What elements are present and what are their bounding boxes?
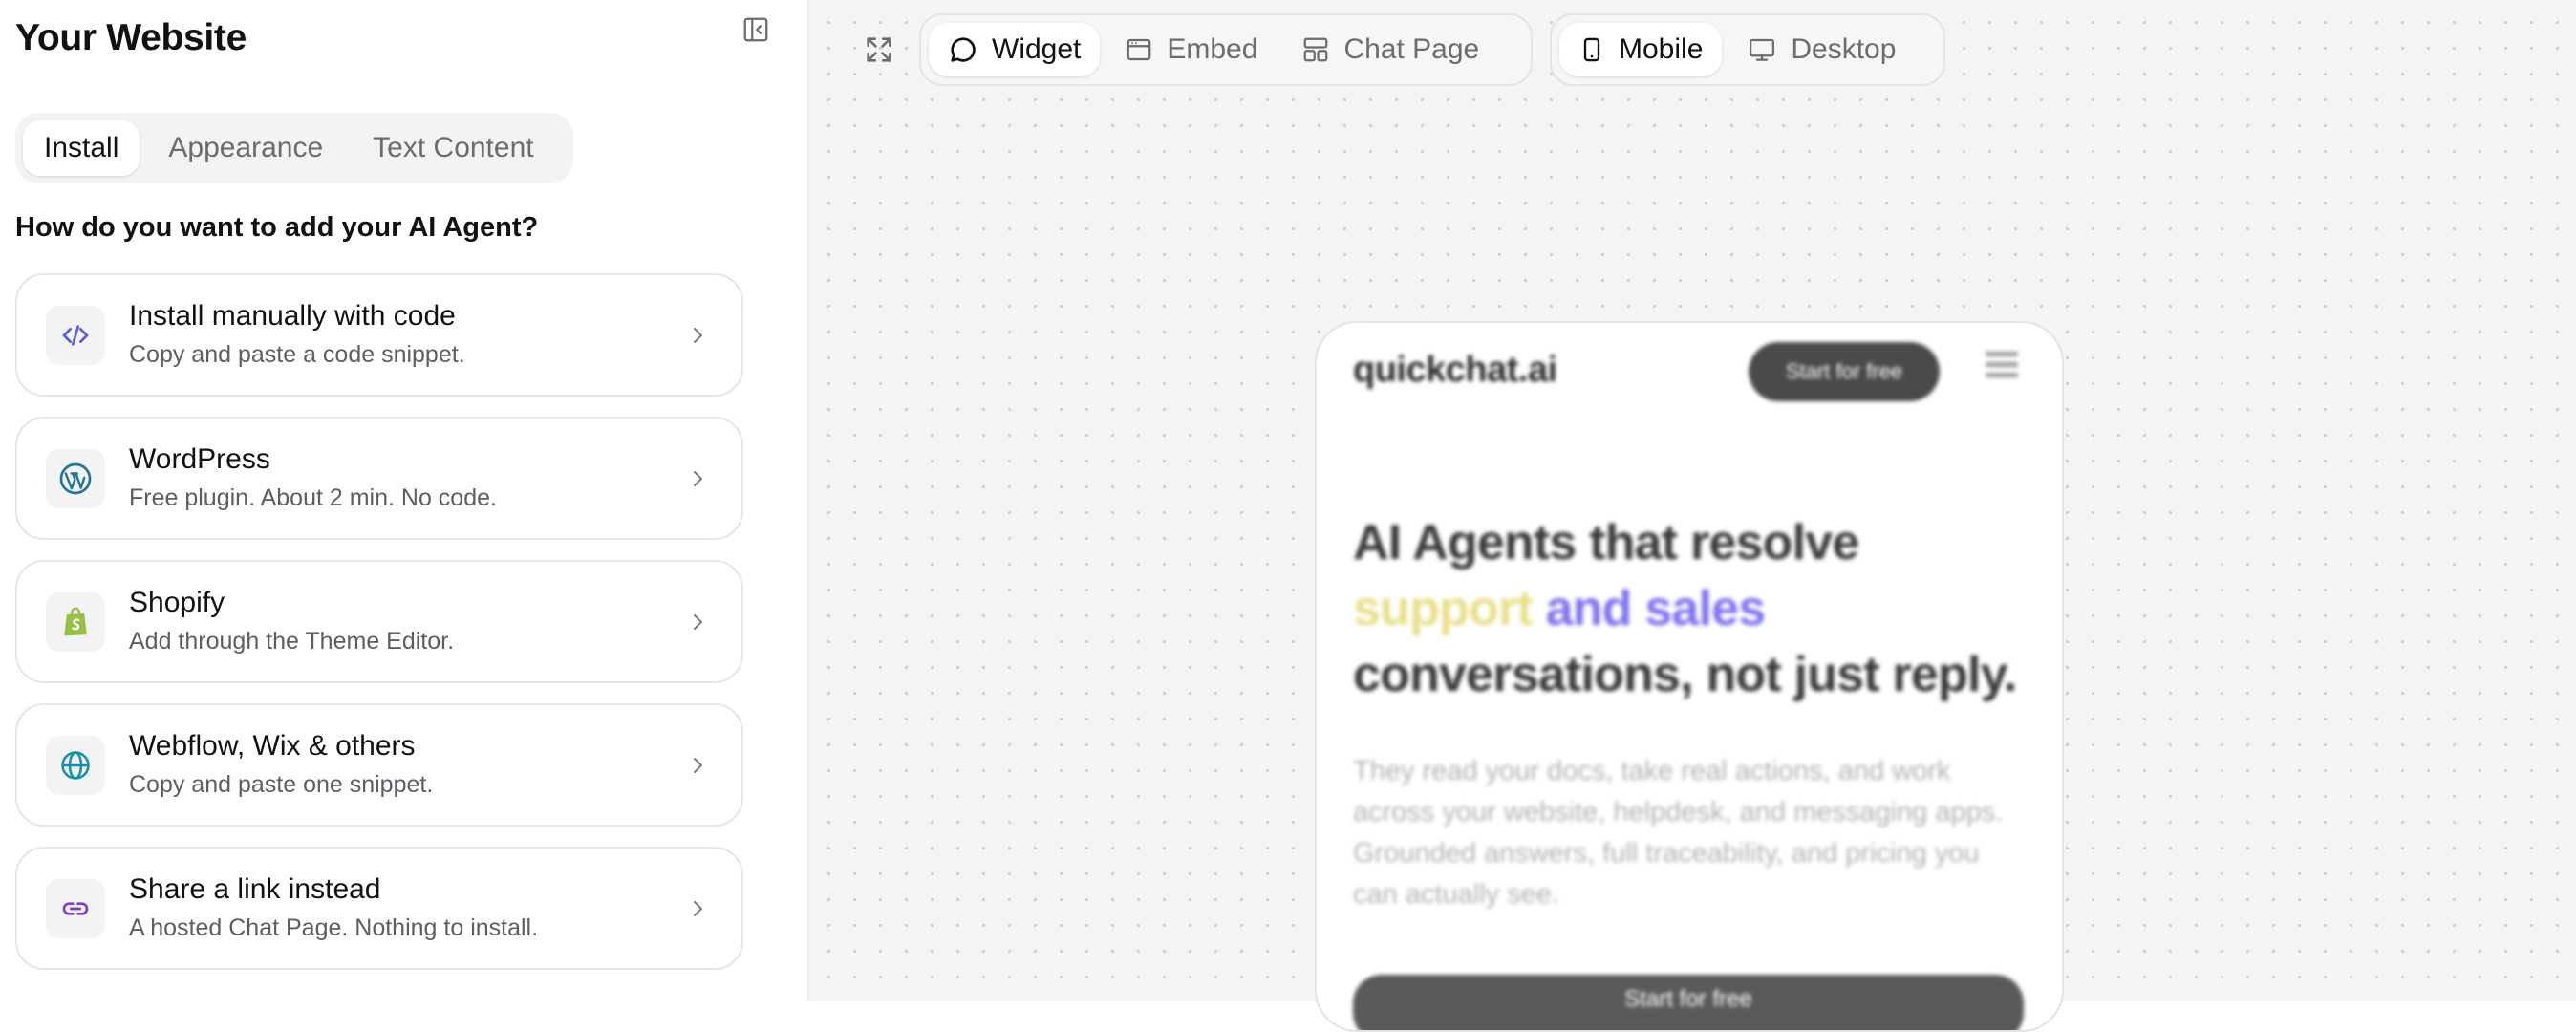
option-title: Install manually with code <box>129 300 456 332</box>
preview-brand-logo: quickchat.ai <box>1353 350 1557 390</box>
chevron-right-icon <box>682 607 713 637</box>
option-wordpress[interactable]: WordPress Free plugin. About 2 min. No c… <box>15 417 743 540</box>
option-title: Shopify <box>129 587 225 618</box>
preview-mode-switcher: Widget Embed Chat Page <box>919 13 1533 86</box>
smartphone-icon <box>1583 37 1600 62</box>
mode-embed-label: Embed <box>1167 33 1258 65</box>
device-desktop-button[interactable]: Desktop <box>1728 23 1915 76</box>
chevron-right-icon <box>682 893 713 924</box>
settings-tabs: Install Appearance Text Content <box>15 113 573 183</box>
install-question: How do you want to add your AI Agent? <box>15 212 539 243</box>
headline-line-1: AI Agents that resolve <box>1353 515 1859 570</box>
fullscreen-button[interactable] <box>860 31 898 69</box>
device-switcher: Mobile Desktop <box>1550 13 1945 86</box>
monitor-icon <box>1750 38 1775 61</box>
mode-chat-page-button[interactable]: Chat Page <box>1282 23 1498 76</box>
sidebar-collapse-icon <box>743 17 768 42</box>
option-description: Copy and paste one snippet. <box>129 771 434 798</box>
hamburger-menu-icon <box>1986 352 2018 380</box>
layout-icon <box>1304 37 1328 62</box>
code-icon <box>46 306 105 365</box>
tab-text-content[interactable]: Text Content <box>352 120 554 176</box>
chevron-right-icon <box>682 750 713 781</box>
mobile-preview-frame: quickchat.ai Start for free AI Agents th… <box>1315 321 2064 1032</box>
option-description: Add through the Theme Editor. <box>129 628 455 655</box>
expand-icon <box>867 37 891 62</box>
wordpress-icon <box>46 449 105 508</box>
preview-canvas: Widget Embed Chat Page Mobile Desktop qu… <box>808 0 2576 1032</box>
preview-headline: AI Agents that resolve support and sales… <box>1353 510 2041 708</box>
option-shopify[interactable]: Shopify Add through the Theme Editor. <box>15 560 743 683</box>
option-description: Free plugin. About 2 min. No code. <box>129 484 497 511</box>
mode-chat-page-label: Chat Page <box>1343 33 1480 65</box>
preview-subtext: They read your docs, take real actions, … <box>1353 756 2004 910</box>
headline-line-2: support and sales <box>1353 576 2041 642</box>
headline-line-3: conversations, not just reply. <box>1353 647 2017 702</box>
option-webflow-wix[interactable]: Webflow, Wix & others Copy and paste one… <box>15 703 743 827</box>
option-title: Share a link instead <box>129 873 381 905</box>
mode-widget-label: Widget <box>992 33 1082 65</box>
tab-appearance[interactable]: Appearance <box>147 120 344 176</box>
mode-embed-button[interactable]: Embed <box>1106 23 1277 76</box>
option-description: A hosted Chat Page. Nothing to install. <box>129 914 539 941</box>
shopify-icon <box>46 592 105 652</box>
headline-highlight-support: support <box>1353 581 1534 636</box>
option-title: WordPress <box>129 443 270 475</box>
preview-nav-cta: Start for free <box>1749 342 1940 401</box>
option-title: Webflow, Wix & others <box>129 730 416 762</box>
chevron-right-icon <box>682 463 713 494</box>
website-preview: quickchat.ai Start for free AI Agents th… <box>1317 323 2062 1030</box>
tab-install[interactable]: Install <box>23 120 140 176</box>
globe-icon <box>46 736 105 795</box>
option-share-link[interactable]: Share a link instead A hosted Chat Page.… <box>15 847 743 970</box>
option-description: Copy and paste a code snippet. <box>129 341 465 368</box>
option-install-manually[interactable]: Install manually with code Copy and past… <box>15 273 743 397</box>
link-icon <box>46 879 105 938</box>
headline-highlight-sales: and sales <box>1532 581 1767 636</box>
browser-window-icon <box>1127 38 1151 61</box>
preview-main-cta: Start for free <box>1353 975 2024 1030</box>
panel-title: Your Website <box>15 17 247 58</box>
mode-widget-button[interactable]: Widget <box>929 23 1101 76</box>
collapse-sidebar-button[interactable] <box>740 13 772 46</box>
chevron-right-icon <box>682 320 713 351</box>
chat-bubble-icon <box>951 37 976 62</box>
device-desktop-label: Desktop <box>1791 33 1897 65</box>
device-mobile-button[interactable]: Mobile <box>1559 23 1723 76</box>
device-mobile-label: Mobile <box>1619 33 1704 65</box>
install-options: Install manually with code Copy and past… <box>15 273 743 990</box>
settings-panel: Your Website Install Appearance Text Con… <box>0 0 808 1001</box>
